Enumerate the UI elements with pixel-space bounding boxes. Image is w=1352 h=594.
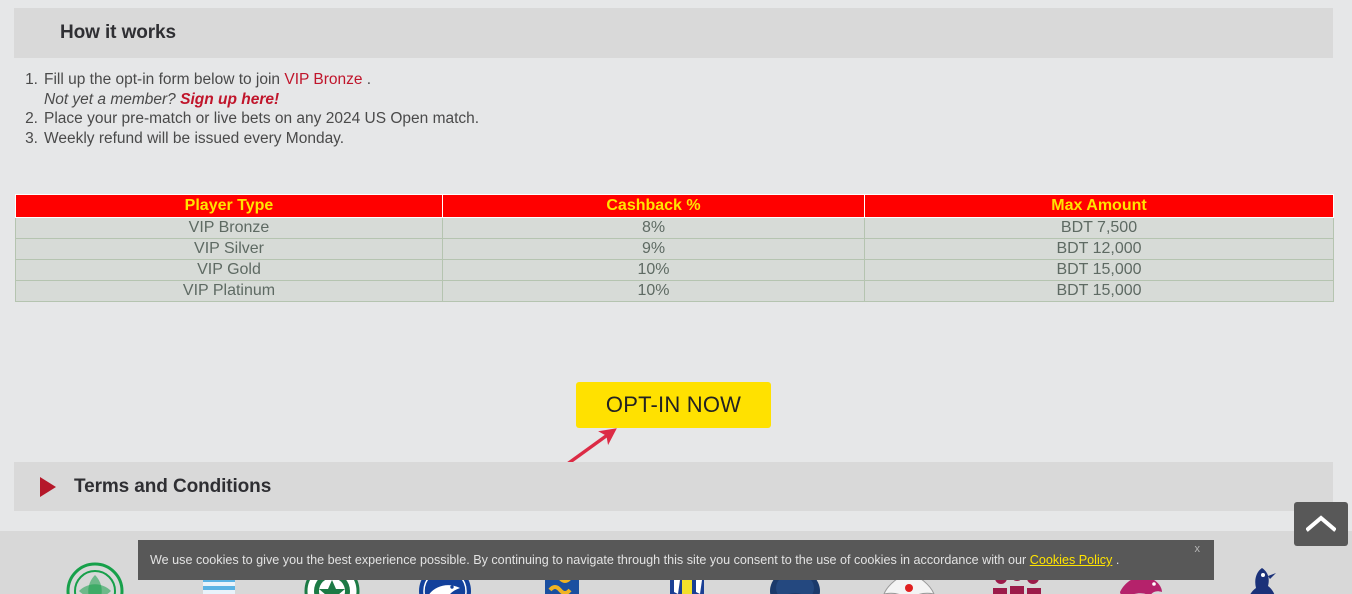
step-text-1: Fill up the opt-in form below to join VI… <box>44 70 371 90</box>
how-it-works-header: How it works <box>14 8 1333 58</box>
terms-and-conditions-accordion[interactable]: Terms and Conditions <box>14 462 1333 511</box>
cell-player-type: VIP Bronze <box>15 217 443 239</box>
celtic-football-club-crest-icon <box>66 562 124 594</box>
cookie-text-before: We use cookies to give you the best expe… <box>150 553 1030 567</box>
navy-bird-crest-icon <box>1232 562 1290 594</box>
cookie-text-after: . <box>1112 553 1120 567</box>
cookies-policy-link[interactable]: Cookies Policy <box>1030 553 1113 567</box>
cell-max-amount: BDT 12,000 <box>864 238 1334 260</box>
table-header-cashback-pct: Cashback % <box>442 194 865 218</box>
step-text-2: Place your pre-match or live bets on any… <box>44 110 480 128</box>
step-number-3: 3. <box>25 129 38 147</box>
step-text-1-before: Fill up the opt-in form below to join <box>44 71 285 88</box>
table-row: VIP Bronze 8% BDT 7,500 <box>15 217 1334 239</box>
cell-player-type: VIP Silver <box>15 238 443 260</box>
step-item-1: 1. Fill up the opt-in form below to join… <box>16 70 916 90</box>
triangle-right-icon <box>40 476 56 497</box>
step-text-1-after: . <box>362 71 372 88</box>
membership-prompt-text: Not yet a member? <box>44 90 181 108</box>
cookie-consent-banner: We use cookies to give you the best expe… <box>138 540 1214 580</box>
cell-cashback-pct: 10% <box>442 259 865 281</box>
chevron-up-icon <box>1306 515 1336 532</box>
cell-cashback-pct: 10% <box>442 280 865 302</box>
terms-and-conditions-title: Terms and Conditions <box>74 475 272 497</box>
table-row: VIP Silver 9% BDT 12,000 <box>15 238 1334 260</box>
cell-max-amount: BDT 15,000 <box>864 280 1334 302</box>
step-number-1: 1. <box>25 71 38 88</box>
table-header-max-amount: Max Amount <box>864 194 1334 218</box>
table-header-player-type: Player Type <box>15 194 443 218</box>
step-number-2: 2. <box>25 110 38 128</box>
back-to-top-button[interactable] <box>1294 502 1348 546</box>
table-row: VIP Gold 10% BDT 15,000 <box>15 259 1334 281</box>
cashback-table: Player Type Cashback % Max Amount VIP Br… <box>15 194 1334 302</box>
close-icon[interactable]: x <box>1189 542 1207 556</box>
how-it-works-steps: 1. Fill up the opt-in form below to join… <box>16 70 916 148</box>
step-text-3: Weekly refund will be issued every Monda… <box>44 129 345 147</box>
cell-max-amount: BDT 7,500 <box>864 217 1334 239</box>
cell-cashback-pct: 9% <box>442 238 865 260</box>
step-item-2: 2. Place your pre-match or live bets on … <box>16 109 916 129</box>
step-tier-badge: VIP Bronze <box>284 71 363 88</box>
promotion-page: How it works 1. Fill up the opt-in form … <box>0 0 1352 594</box>
step-item-3: 3. Weekly refund will be issued every Mo… <box>16 129 916 149</box>
table-header-row: Player Type Cashback % Max Amount <box>15 194 1334 218</box>
opt-in-now-button[interactable]: OPT-IN NOW <box>576 382 771 428</box>
how-it-works-title: How it works <box>60 22 176 43</box>
membership-prompt-row: Not yet a member? Sign up here! <box>16 90 916 110</box>
table-row: VIP Platinum 10% BDT 15,000 <box>15 280 1334 302</box>
cell-max-amount: BDT 15,000 <box>864 259 1334 281</box>
cookie-consent-text: We use cookies to give you the best expe… <box>138 553 1119 567</box>
cell-cashback-pct: 8% <box>442 217 865 239</box>
cell-player-type: VIP Gold <box>15 259 443 281</box>
sign-up-here-link[interactable]: Sign up here! <box>180 91 279 108</box>
cell-player-type: VIP Platinum <box>15 280 443 302</box>
